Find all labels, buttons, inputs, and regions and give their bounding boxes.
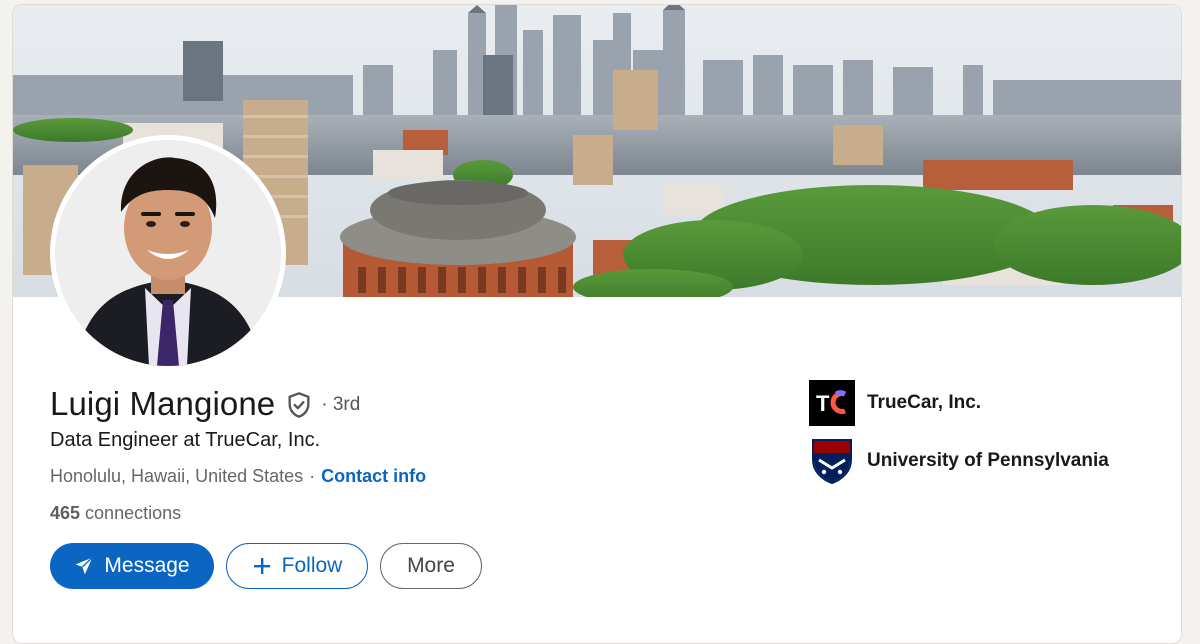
profile-location: Honolulu, Hawaii, United States xyxy=(50,466,304,486)
follow-button-label: Follow xyxy=(281,554,343,577)
truecar-logo-icon: T xyxy=(809,380,855,426)
more-button[interactable]: More xyxy=(380,543,482,589)
message-button[interactable]: Message xyxy=(50,543,214,589)
org-item-truecar[interactable]: T TrueCar, Inc. xyxy=(809,379,1109,427)
location-row: Honolulu, Hawaii, United States · Contac… xyxy=(50,466,426,487)
org-list: T TrueCar, Inc. University of Pennsylvan… xyxy=(809,379,1109,495)
contact-info-link[interactable]: Contact info xyxy=(321,466,426,487)
profile-name: Luigi Mangione xyxy=(50,385,276,422)
plus-icon xyxy=(253,558,270,574)
separator-dot: · xyxy=(309,466,316,486)
follow-button[interactable]: Follow xyxy=(226,543,368,589)
profile-photo[interactable] xyxy=(50,135,286,371)
upenn-shield-logo-icon xyxy=(809,438,855,484)
org-name-upenn: University of Pennsylvania xyxy=(867,450,1109,471)
send-icon xyxy=(76,557,94,575)
profile-actions: Message Follow More xyxy=(50,543,482,589)
org-item-upenn[interactable]: University of Pennsylvania xyxy=(809,437,1109,485)
connections-number: 465 xyxy=(50,503,81,523)
org-name-truecar: TrueCar, Inc. xyxy=(867,392,982,413)
svg-text:T: T xyxy=(816,391,830,416)
connection-degree: · 3rd xyxy=(321,394,361,415)
verified-shield-icon[interactable] xyxy=(285,391,313,419)
profile-card: Luigi Mangione · 3rd Data Engineer at Tr… xyxy=(12,4,1182,644)
connections-count[interactable]: 465 connections xyxy=(50,503,181,524)
message-button-label: Message xyxy=(104,554,190,577)
connections-label: connections xyxy=(80,503,182,523)
name-row: Luigi Mangione · 3rd xyxy=(50,385,360,423)
avatar-image xyxy=(55,140,281,366)
profile-headline: Data Engineer at TrueCar, Inc. xyxy=(50,429,321,451)
more-button-label: More xyxy=(407,554,455,577)
